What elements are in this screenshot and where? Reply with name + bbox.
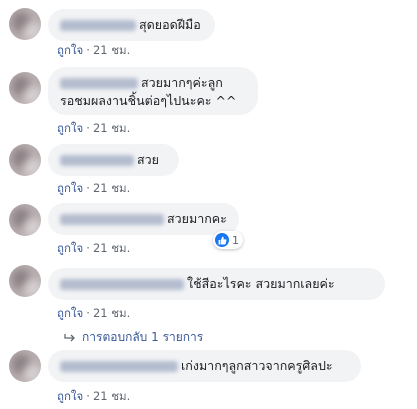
comment-text: สวย bbox=[137, 152, 159, 167]
comment-time[interactable]: 21 ชม. bbox=[93, 389, 130, 403]
replies-label: การตอบกลับ 1 รายการ bbox=[82, 330, 204, 344]
comment-bubble: สวยมากคะ bbox=[48, 203, 239, 235]
avatar[interactable] bbox=[9, 265, 41, 297]
like-link[interactable]: ถูกใจ bbox=[57, 121, 83, 135]
comment-bubble: สุดยอดฝีมือ bbox=[48, 9, 215, 41]
reaction-count: 1 bbox=[232, 233, 239, 247]
like-link[interactable]: ถูกใจ bbox=[57, 181, 83, 195]
comment-time[interactable]: 21 ชม. bbox=[93, 306, 130, 320]
reply-arrow-icon bbox=[64, 333, 75, 341]
comment-text: สุดยอดฝีมือ bbox=[139, 17, 201, 32]
avatar[interactable] bbox=[9, 350, 41, 382]
comment-bubble: ใช้สีอะไรคะ สวยมากเลยค่ะ bbox=[48, 268, 385, 300]
comment-meta: ถูกใจ · 21 ชม. bbox=[57, 181, 131, 195]
comment-time[interactable]: 21 ชม. bbox=[93, 121, 130, 135]
comment-meta: ถูกใจ · 21 ชม. bbox=[57, 241, 131, 255]
reaction-badge[interactable]: 1 bbox=[213, 231, 243, 249]
like-link[interactable]: ถูกใจ bbox=[57, 43, 83, 57]
comment-time[interactable]: 21 ชม. bbox=[93, 181, 130, 195]
commenter-name[interactable] bbox=[60, 78, 138, 89]
like-link[interactable]: ถูกใจ bbox=[57, 241, 83, 255]
comment-time[interactable]: 21 ชม. bbox=[93, 43, 130, 57]
avatar[interactable] bbox=[9, 144, 41, 176]
comment-meta: ถูกใจ · 21 ชม. bbox=[57, 121, 131, 135]
commenter-name[interactable] bbox=[60, 361, 178, 372]
avatar[interactable] bbox=[9, 72, 41, 104]
comment-bubble: สวย bbox=[48, 144, 179, 176]
comment-meta: ถูกใจ · 21 ชม. bbox=[57, 43, 131, 57]
comment-bubble: สวยมากๆค่ะลูก รอชมผลงานชิ้นต่อๆไปนะคะ ^^ bbox=[48, 67, 258, 115]
comment-meta: ถูกใจ · 21 ชม. bbox=[57, 306, 131, 320]
commenter-name[interactable] bbox=[60, 279, 184, 290]
commenter-name[interactable] bbox=[60, 155, 134, 166]
comment-text: ใช้สีอะไรคะ สวยมากเลยค่ะ bbox=[187, 276, 335, 291]
comment-meta: ถูกใจ · 21 ชม. bbox=[57, 389, 131, 403]
comment-text-line-2: รอชมผลงานชิ้นต่อๆไปนะคะ ^^ bbox=[60, 93, 237, 108]
view-replies-link[interactable]: การตอบกลับ 1 รายการ bbox=[64, 328, 203, 347]
avatar[interactable] bbox=[9, 8, 41, 40]
avatar[interactable] bbox=[9, 204, 41, 236]
commenter-name[interactable] bbox=[60, 20, 136, 31]
comment-text-line-1: สวยมากๆค่ะลูก bbox=[141, 75, 223, 90]
comment-time[interactable]: 21 ชม. bbox=[93, 241, 130, 255]
commenter-name[interactable] bbox=[60, 214, 164, 225]
like-icon bbox=[215, 233, 229, 247]
like-link[interactable]: ถูกใจ bbox=[57, 306, 83, 320]
comment-text: สวยมากคะ bbox=[167, 211, 227, 226]
comment-bubble: เก่งมากๆลูกสาวจากครูศิลปะ bbox=[48, 350, 361, 382]
like-link[interactable]: ถูกใจ bbox=[57, 389, 83, 403]
comment-text: เก่งมากๆลูกสาวจากครูศิลปะ bbox=[181, 358, 333, 373]
